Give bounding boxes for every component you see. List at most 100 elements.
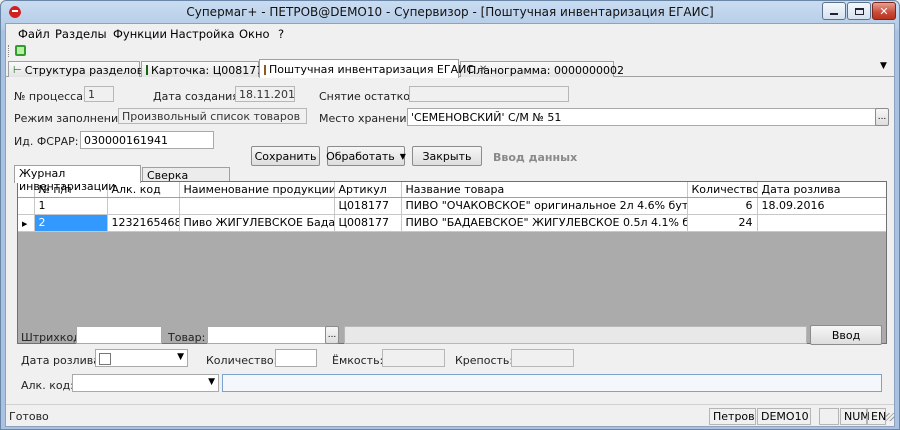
- tab-planogram-label: Планограмма: 0000000002: [468, 63, 624, 77]
- ellipsis-icon: ...: [327, 330, 337, 340]
- tab-structure[interactable]: ⊢ Структура разделов: [8, 61, 143, 77]
- menu-file[interactable]: Файл: [18, 27, 50, 41]
- table-cell[interactable]: [757, 214, 886, 232]
- tab-inventory-journal[interactable]: Журнал инвентаризации: [14, 165, 141, 193]
- inventory-grid[interactable]: № п/п Алк. код Наименование продукции Ар…: [17, 181, 887, 344]
- product-label: Товар:: [168, 331, 206, 344]
- dropdown-arrow-icon: ▼: [399, 151, 406, 161]
- table-cell[interactable]: 1: [34, 197, 108, 215]
- title-bar[interactable]: Супермаг+ - ПЕТРОВ@DEMO10 - Супервизор -…: [1, 1, 899, 23]
- table-cell[interactable]: Ц018177: [334, 197, 402, 215]
- process-no-label: № процесса:: [14, 90, 87, 103]
- table-cell[interactable]: 6: [687, 197, 758, 215]
- status-bar: Готово Петров DEMO10 NUM EN: [6, 404, 894, 426]
- fsrar-label: Ид. ФСРАР:: [14, 135, 79, 148]
- menu-window[interactable]: Окно: [239, 27, 270, 41]
- table-cell[interactable]: 24: [687, 214, 758, 232]
- process-dropdown-button[interactable]: Обработать ▼: [326, 146, 406, 166]
- close-icon: ✕: [879, 4, 889, 18]
- fill-mode-field: Произвольный список товаров: [118, 108, 307, 124]
- alc-code-label: Алк. код:: [21, 379, 74, 392]
- app-window: Супермаг+ - ПЕТРОВ@DEMO10 - Супервизор -…: [0, 0, 900, 430]
- toolbar-grip[interactable]: [8, 45, 10, 57]
- product-browse-button[interactable]: ...: [325, 326, 339, 344]
- save-button[interactable]: Сохранить: [251, 146, 320, 166]
- chevron-down-icon[interactable]: ▼: [208, 377, 215, 387]
- column-header[interactable]: Алк. код: [107, 182, 180, 198]
- table-row[interactable]: 1 Ц018177 ПИВО "ОЧАКОВСКОЕ" оригинальное…: [18, 197, 886, 215]
- product-name-display: [344, 326, 807, 344]
- storage-browse-button[interactable]: ...: [875, 108, 889, 126]
- menu-bar: Файл Разделы Функции Настройка Окно ?: [6, 24, 894, 43]
- barcode-label: Штрихкод:: [21, 331, 85, 344]
- tab-inventory-label: Поштучная инвентаризация ЕГАИС: [269, 63, 475, 76]
- status-lang: EN: [867, 408, 886, 425]
- table-cell[interactable]: ПИВО "БАДАЕВСКОЕ" ЖИГУЛЕВСКОЕ 0.5л 4.1% …: [401, 214, 688, 232]
- created-field: 18.11.2016: [235, 86, 295, 102]
- product-input[interactable]: [207, 326, 327, 344]
- table-cell[interactable]: 12321654684...: [107, 214, 180, 232]
- table-cell[interactable]: ПИВО "ОЧАКОВСКОЕ" оригинальное 2л 4.6% б…: [401, 197, 688, 215]
- bottling-date-label: Дата розлива:: [21, 354, 104, 367]
- tabs-overflow-icon[interactable]: ▼: [880, 61, 887, 71]
- close-window-button[interactable]: ✕: [872, 2, 896, 20]
- row-indicator[interactable]: ▶: [18, 214, 35, 232]
- column-header[interactable]: Артикул: [334, 182, 402, 198]
- tab-structure-label: Структура разделов: [24, 63, 144, 77]
- capacity-label: Ёмкость:: [332, 354, 384, 367]
- menu-functions[interactable]: Функции: [113, 27, 167, 41]
- menu-help[interactable]: ?: [278, 27, 284, 41]
- resize-grip-icon[interactable]: [886, 413, 894, 421]
- data-entry-label: Ввод данных: [493, 151, 578, 164]
- inventory-table: № п/п Алк. код Наименование продукции Ар…: [18, 182, 886, 232]
- table-cell[interactable]: [179, 197, 335, 215]
- table-cell[interactable]: 2: [34, 214, 108, 232]
- inventory-icon: [264, 64, 266, 75]
- window-title: Супермаг+ - ПЕТРОВ@DEMO10 - Супервизор -…: [186, 5, 714, 19]
- table-cell[interactable]: Ц008177: [334, 214, 402, 232]
- new-document-icon[interactable]: [14, 44, 27, 57]
- checkbox-icon[interactable]: [99, 353, 111, 365]
- enter-button[interactable]: Ввод: [810, 325, 882, 345]
- bottling-date-picker[interactable]: ▼: [95, 349, 188, 367]
- maximize-button[interactable]: [847, 2, 871, 20]
- storage-input[interactable]: 'СЕМЕНОВСКИЙ' С/М № 51: [407, 108, 877, 126]
- strength-field: [511, 349, 574, 367]
- quantity-label: Количество:: [206, 354, 278, 367]
- tree-icon: ⊢: [13, 64, 22, 76]
- table-cell[interactable]: [107, 197, 180, 215]
- process-no-field: 1: [84, 86, 114, 102]
- alc-code-combo[interactable]: ▼: [72, 374, 219, 392]
- column-header[interactable]: Название товара: [401, 182, 688, 198]
- row-indicator[interactable]: [18, 197, 35, 215]
- table-row[interactable]: ▶ 2 12321654684... Пиво ЖИГУЛЕВСКОЕ Бада…: [18, 214, 886, 232]
- tab-card-label: Карточка: Ц008177: [151, 63, 264, 77]
- table-cell[interactable]: Пиво ЖИГУЛЕВСКОЕ Бадаев...: [179, 214, 335, 232]
- quantity-input[interactable]: [275, 349, 317, 367]
- menu-sections[interactable]: Разделы: [55, 27, 107, 41]
- status-num: NUM: [840, 408, 870, 425]
- ellipsis-icon: ...: [877, 112, 887, 122]
- status-empty-panel: [819, 408, 839, 425]
- main-client-area: Файл Разделы Функции Настройка Окно ? ⊢ …: [5, 23, 895, 427]
- status-text: Готово: [9, 410, 49, 423]
- storage-label: Место хранения:: [319, 112, 417, 125]
- alc-code-info: [222, 374, 882, 392]
- minimize-button[interactable]: [822, 2, 846, 20]
- column-header[interactable]: Количество: [687, 182, 758, 198]
- close-button[interactable]: Закрыть: [412, 146, 482, 166]
- table-cell[interactable]: 18.09.2016: [757, 197, 886, 215]
- column-header[interactable]: Наименование продукции: [179, 182, 335, 198]
- menu-settings[interactable]: Настройка: [170, 27, 235, 41]
- barcode-input[interactable]: [76, 326, 162, 344]
- fsrar-input[interactable]: 030000161941: [80, 131, 214, 149]
- tab-inventory-egais[interactable]: Поштучная инвентаризация ЕГАИС ✕: [259, 59, 487, 78]
- document-tabs: ⊢ Структура разделов Карточка: Ц008177 П…: [6, 59, 894, 78]
- current-row-icon: ▶: [22, 220, 28, 228]
- created-label: Дата создания:: [153, 90, 243, 103]
- strength-label: Крепость:: [455, 354, 514, 367]
- close-tab-icon[interactable]: ✕: [479, 64, 487, 75]
- tab-card[interactable]: Карточка: Ц008177: [141, 61, 263, 77]
- column-header[interactable]: Дата розлива: [757, 182, 886, 198]
- chevron-down-icon[interactable]: ▼: [177, 352, 184, 362]
